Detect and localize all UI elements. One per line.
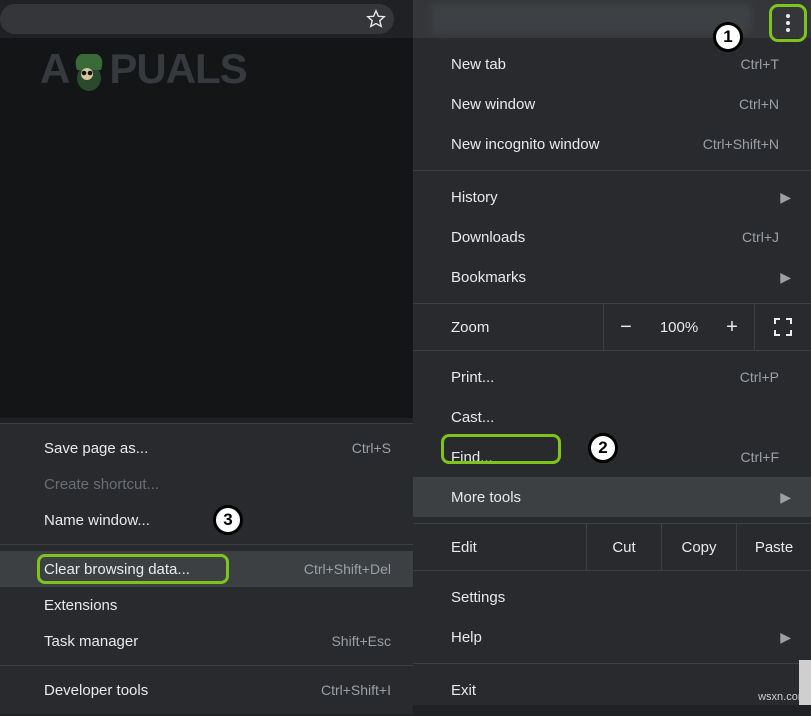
menu-shortcut: Ctrl+J (742, 229, 779, 245)
menu-shortcut: Ctrl+P (740, 369, 779, 385)
edit-label: Edit (451, 539, 586, 556)
zoom-in-button[interactable]: + (710, 316, 754, 339)
menu-label: Bookmarks (451, 269, 779, 286)
more-tools-submenu: Save page as... Ctrl+S Create shortcut..… (0, 423, 413, 714)
chevron-right-icon: ▶ (780, 189, 791, 206)
menu-item-name-window[interactable]: Name window... (0, 502, 413, 538)
address-bar-region (0, 0, 413, 38)
menu-label: Extensions (44, 597, 391, 614)
menu-item-history[interactable]: History ▶ (413, 177, 811, 217)
menu-label: New incognito window (451, 136, 703, 153)
profile-area-blurred (431, 4, 751, 34)
logo-mascot-icon (69, 44, 109, 94)
toolbar-row (413, 0, 811, 38)
menu-label: Clear browsing data... (44, 561, 304, 578)
menu-label: History (451, 189, 779, 206)
zoom-out-button[interactable]: − (604, 316, 648, 339)
menu-shortcut: Ctrl+N (739, 96, 779, 112)
menu-shortcut: Ctrl+Shift+I (321, 682, 391, 698)
menu-item-downloads[interactable]: Downloads Ctrl+J (413, 217, 811, 257)
chrome-main-menu: New tab Ctrl+T New window Ctrl+N New inc… (413, 0, 811, 705)
kebab-icon (786, 14, 790, 32)
zoom-value: 100% (648, 319, 710, 336)
annotation-callout-2: 2 (588, 433, 618, 463)
menu-shortcut: Shift+Esc (331, 633, 391, 649)
menu-item-create-shortcut[interactable]: Create shortcut... (0, 466, 413, 502)
menu-item-new-incognito[interactable]: New incognito window Ctrl+Shift+N (413, 124, 811, 164)
menu-item-save-page[interactable]: Save page as... Ctrl+S (0, 430, 413, 466)
menu-label: New window (451, 96, 739, 113)
zoom-label: Zoom (451, 319, 603, 336)
bookmark-star-icon[interactable] (365, 8, 387, 30)
menu-shortcut: Ctrl+Shift+Del (304, 561, 391, 577)
menu-item-more-tools[interactable]: More tools ▶ (413, 477, 811, 517)
menu-label: New tab (451, 56, 741, 73)
menu-item-task-manager[interactable]: Task manager Shift+Esc (0, 623, 413, 659)
menu-shortcut: Ctrl+S (352, 440, 391, 456)
menu-label: Downloads (451, 229, 742, 246)
menu-item-extensions[interactable]: Extensions (0, 587, 413, 623)
menu-label: Developer tools (44, 682, 321, 699)
logo-letters: PUALS (109, 45, 246, 93)
menu-label: Exit (451, 682, 779, 699)
menu-item-cast[interactable]: Cast... (413, 397, 811, 437)
menu-item-developer-tools[interactable]: Developer tools Ctrl+Shift+I (0, 672, 413, 708)
menu-item-clear-browsing-data[interactable]: Clear browsing data... Ctrl+Shift+Del (0, 551, 413, 587)
menu-label: Print... (451, 369, 740, 386)
menu-item-new-tab[interactable]: New tab Ctrl+T (413, 44, 811, 84)
menu-label: More tools (451, 489, 779, 506)
menu-label: Help (451, 629, 779, 646)
chevron-right-icon: ▶ (780, 489, 791, 506)
paste-button[interactable]: Paste (737, 539, 811, 556)
watermark-text: wsxn.com (754, 689, 811, 705)
menu-label: Settings (451, 589, 779, 606)
appuals-logo: A PUALS (40, 44, 247, 94)
menu-shortcut: Ctrl+Shift+N (703, 136, 779, 152)
annotation-callout-3: 3 (213, 505, 243, 535)
menu-button[interactable] (769, 4, 807, 42)
menu-item-bookmarks[interactable]: Bookmarks ▶ (413, 257, 811, 297)
menu-item-zoom: Zoom − 100% + (413, 303, 811, 351)
fullscreen-button[interactable] (755, 318, 811, 336)
menu-shortcut: Ctrl+T (741, 56, 780, 72)
menu-label: Create shortcut... (44, 476, 391, 493)
menu-shortcut: Ctrl+F (741, 449, 780, 465)
menu-item-edit: Edit Cut Copy Paste (413, 523, 811, 571)
menu-item-print[interactable]: Print... Ctrl+P (413, 357, 811, 397)
fullscreen-icon (774, 318, 792, 336)
menu-item-new-window[interactable]: New window Ctrl+N (413, 84, 811, 124)
menu-label: Save page as... (44, 440, 352, 457)
chevron-right-icon: ▶ (780, 629, 791, 646)
chevron-right-icon: ▶ (780, 269, 791, 286)
annotation-callout-1: 1 (713, 22, 743, 52)
address-bar[interactable] (0, 4, 394, 34)
menu-item-help[interactable]: Help ▶ (413, 617, 811, 657)
menu-item-exit[interactable]: Exit (413, 670, 811, 710)
menu-label: Task manager (44, 633, 331, 650)
menu-label: Cast... (451, 409, 779, 426)
menu-item-settings[interactable]: Settings (413, 577, 811, 617)
logo-letter: A (40, 45, 69, 93)
copy-button[interactable]: Copy (662, 539, 736, 556)
page-background: A PUALS (0, 38, 413, 418)
cut-button[interactable]: Cut (587, 539, 661, 556)
